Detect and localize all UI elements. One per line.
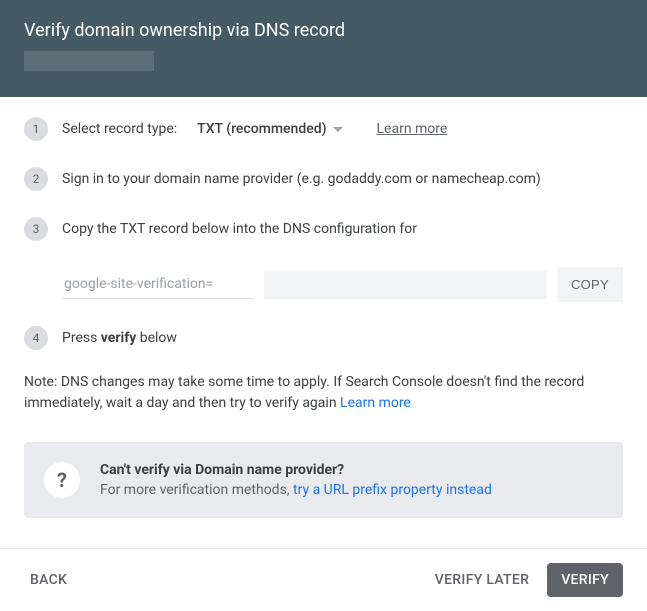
- txt-record-value-box: [264, 271, 547, 299]
- info-text: For more verification methods, try a URL…: [100, 482, 492, 498]
- txt-record-row: COPY: [62, 267, 623, 302]
- learn-more-note[interactable]: Learn more: [340, 395, 411, 411]
- chevron-down-icon: [333, 127, 343, 132]
- domain-placeholder: [24, 51, 154, 71]
- dialog-content: 1 Select record type: TXT (recommended) …: [0, 97, 647, 518]
- step-2: 2 Sign in to your domain name provider (…: [24, 167, 623, 191]
- dialog-footer: BACK VERIFY LATER VERIFY: [0, 548, 647, 611]
- select-record-type-label: Select record type:: [62, 121, 177, 137]
- txt-record-input[interactable]: [62, 270, 254, 299]
- dialog-header: Verify domain ownership via DNS record: [0, 0, 647, 97]
- back-button[interactable]: BACK: [24, 564, 73, 596]
- step-4-text: Press verify below: [62, 330, 177, 346]
- url-prefix-link[interactable]: try a URL prefix property instead: [293, 482, 492, 498]
- info-box: ? Can't verify via Domain name provider?…: [24, 442, 623, 518]
- step-4: 4 Press verify below: [24, 326, 623, 350]
- step-1: 1 Select record type: TXT (recommended) …: [24, 117, 623, 141]
- step-badge-3: 3: [24, 217, 48, 241]
- record-type-select[interactable]: TXT (recommended): [197, 121, 342, 137]
- verify-button[interactable]: VERIFY: [547, 563, 623, 597]
- dialog-title: Verify domain ownership via DNS record: [24, 20, 623, 41]
- copy-button[interactable]: COPY: [557, 267, 623, 302]
- info-title: Can't verify via Domain name provider?: [100, 462, 492, 478]
- step-3-text: Copy the TXT record below into the DNS c…: [62, 221, 417, 237]
- help-icon: ?: [44, 462, 80, 498]
- step-3: 3 Copy the TXT record below into the DNS…: [24, 217, 623, 241]
- step-badge-1: 1: [24, 117, 48, 141]
- step-2-text: Sign in to your domain name provider (e.…: [62, 171, 541, 187]
- step-badge-4: 4: [24, 326, 48, 350]
- note-text: Note: DNS changes may take some time to …: [24, 372, 623, 414]
- record-type-value: TXT (recommended): [197, 121, 326, 137]
- step-badge-2: 2: [24, 167, 48, 191]
- verify-later-button[interactable]: VERIFY LATER: [429, 564, 535, 596]
- learn-more-record-type[interactable]: Learn more: [377, 121, 448, 137]
